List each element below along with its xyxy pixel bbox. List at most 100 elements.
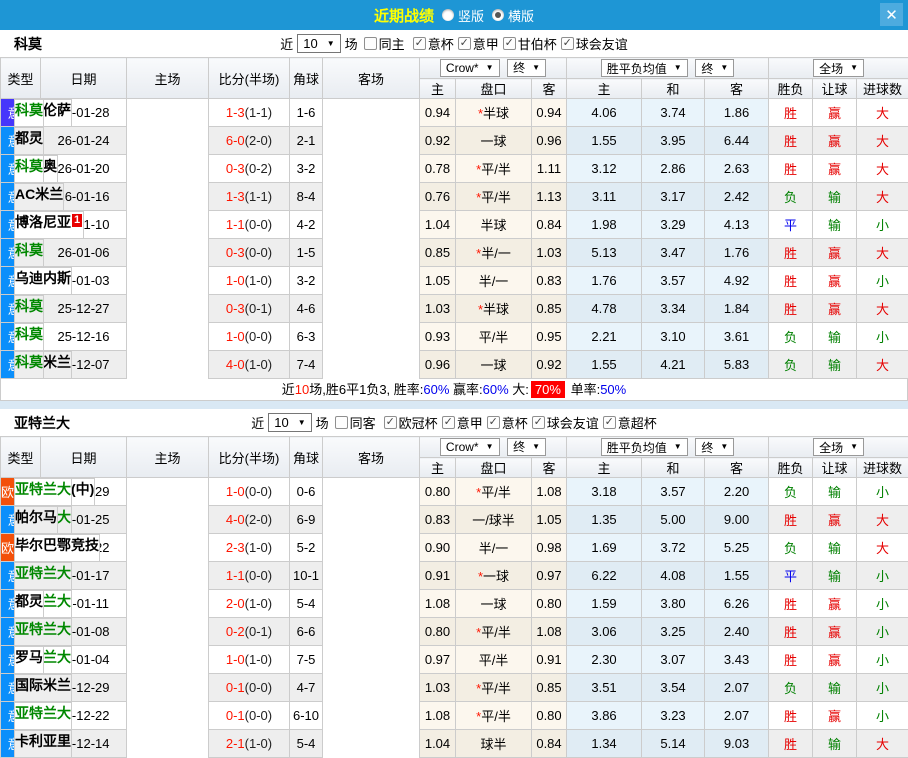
team-label: 亚特兰大 (15, 481, 71, 497)
corner-score: 4-2 (290, 211, 323, 239)
home-avg-odds: 3.06 (567, 618, 642, 646)
match-row: 意甲26-01-10科莫1-1(0-0)4-2博洛尼亚11.04半球0.841.… (1, 211, 908, 239)
halftime-score: (1-0) (245, 736, 272, 751)
result-handicap: 输 (813, 534, 857, 562)
chevron-down-icon: ▼ (720, 443, 728, 451)
away-team: 亚特兰大 (14, 702, 72, 730)
corner-score: 4-6 (290, 295, 323, 323)
competition-filter[interactable]: ✓甘伯杯 (503, 34, 557, 53)
team-label: 科莫 (15, 298, 43, 314)
competition-filter[interactable]: ✓意杯 (487, 413, 528, 432)
competition-filter[interactable]: ✓意杯 (413, 34, 454, 53)
competition-filter[interactable]: ✓意超杯 (603, 413, 657, 432)
competition-filter[interactable]: ✓意甲 (442, 413, 483, 432)
avg-stage-select[interactable]: 终▼ (695, 59, 734, 77)
home-odds: 0.78 (420, 155, 456, 183)
checkbox-checked-icon[interactable]: ✓ (487, 416, 500, 429)
avg-select-value: 胜平负均值 (607, 439, 667, 456)
horizontal-layout-label[interactable]: 横版 (508, 6, 534, 25)
competition-label: 甘伯杯 (518, 34, 557, 53)
handicap: *平/半 (456, 674, 532, 702)
checkbox-checked-icon[interactable]: ✓ (384, 416, 397, 429)
checkbox-unchecked-icon[interactable] (335, 416, 348, 429)
away-team: 博洛尼亚1 (14, 211, 84, 239)
col-score: 比分(半场) (209, 58, 290, 99)
away-team: 亚特兰大 (14, 562, 72, 590)
checkbox-checked-icon[interactable]: ✓ (561, 37, 574, 50)
summary-bar: 近10场,胜6平1负3, 胜率:60% 赢率:60% 大:70% 单率:50% (0, 379, 908, 401)
competition-filter[interactable]: ✓球会友谊 (561, 34, 628, 53)
bookmaker-select[interactable]: Crow*▼ (440, 438, 500, 456)
home-avg-odds: 5.13 (567, 239, 642, 267)
match-row: 欧冠杯26-01-29圣吉罗斯(中)1-0(0-0)0-6亚特兰大0.80*平/… (1, 478, 908, 506)
avg-select[interactable]: 胜平负均值▼ (601, 438, 688, 456)
competition-filter[interactable]: ✓球会友谊 (532, 413, 599, 432)
checkbox-unchecked-icon[interactable] (364, 37, 377, 50)
home-odds: 1.04 (420, 211, 456, 239)
vertical-layout-radio[interactable] (442, 9, 454, 21)
result-outcome: 胜 (769, 239, 813, 267)
odds-stage-select[interactable]: 终▼ (507, 438, 546, 456)
checkbox-checked-icon[interactable]: ✓ (458, 37, 471, 50)
same-venue-filter[interactable]: 同主 (364, 34, 405, 53)
col-home: 主场 (127, 437, 209, 478)
home-odds: 0.91 (420, 562, 456, 590)
competition-filter[interactable]: ✓欧冠杯 (384, 413, 438, 432)
avg-stage-select[interactable]: 终▼ (695, 438, 734, 456)
match-count-select[interactable]: 10 ▼ (268, 413, 311, 432)
competition-filter[interactable]: ✓意甲 (458, 34, 499, 53)
vertical-layout-label[interactable]: 竖版 (458, 6, 484, 25)
near-label: 近 (251, 413, 264, 432)
summary-text: 大: (509, 382, 529, 397)
fulltime-score: 0-1 (226, 708, 245, 723)
home-avg-odds: 4.06 (567, 99, 642, 127)
home-avg-odds: 3.51 (567, 674, 642, 702)
result-goals: 小 (857, 267, 908, 295)
fulltime-score: 1-0 (226, 329, 245, 344)
handicap-text: 平/半 (481, 190, 511, 205)
result-handicap: 赢 (813, 155, 857, 183)
fulltime-score: 1-3 (226, 189, 245, 204)
team-label: 科莫 (15, 158, 43, 174)
result-outcome: 胜 (769, 730, 813, 758)
result-goals: 小 (857, 674, 908, 702)
fulltime-score: 4-0 (226, 357, 245, 372)
match-date: 25-12-27 (41, 295, 127, 323)
score-cell: 0-1(0-0) (209, 674, 290, 702)
horizontal-layout-radio[interactable] (492, 9, 504, 21)
checkbox-checked-icon[interactable]: ✓ (442, 416, 455, 429)
rank-badge: 1 (72, 214, 82, 227)
bookmaker-select[interactable]: Crow*▼ (440, 59, 500, 77)
score-cell: 1-0(0-0) (209, 478, 290, 506)
col-avg-home: 主 (567, 79, 642, 99)
fulltime-select[interactable]: 全场▼ (813, 438, 864, 456)
draw-avg-odds: 3.07 (642, 646, 705, 674)
checkbox-checked-icon[interactable]: ✓ (413, 37, 426, 50)
draw-avg-odds: 2.86 (642, 155, 705, 183)
away-avg-odds: 2.07 (705, 674, 769, 702)
away-team: 乌迪内斯 (14, 267, 72, 295)
competition-label: 球会友谊 (547, 413, 599, 432)
avg-select[interactable]: 胜平负均值▼ (601, 59, 688, 77)
fulltime-select[interactable]: 全场▼ (813, 59, 864, 77)
checkbox-checked-icon[interactable]: ✓ (532, 416, 545, 429)
odds-stage-select[interactable]: 终▼ (507, 59, 546, 77)
chevron-down-icon: ▼ (532, 443, 540, 451)
close-icon[interactable]: ✕ (880, 3, 903, 26)
halftime-score: (1-0) (245, 273, 272, 288)
team-name: 科莫 (14, 34, 42, 54)
checkbox-checked-icon[interactable]: ✓ (603, 416, 616, 429)
handicap: *半球 (456, 295, 532, 323)
result-handicap: 赢 (813, 267, 857, 295)
away-odds: 0.92 (532, 351, 567, 379)
corner-score: 4-7 (290, 674, 323, 702)
handicap-text: 半/一 (481, 246, 511, 261)
team-name: 亚特兰大 (14, 413, 70, 433)
avg-stage-value: 终 (701, 439, 713, 456)
same-venue-filter[interactable]: 同客 (335, 413, 376, 432)
match-count-select[interactable]: 10 ▼ (297, 34, 340, 53)
checkbox-checked-icon[interactable]: ✓ (503, 37, 516, 50)
handicap: *一球 (456, 562, 532, 590)
away-odds: 1.08 (532, 478, 567, 506)
home-odds: 0.83 (420, 506, 456, 534)
